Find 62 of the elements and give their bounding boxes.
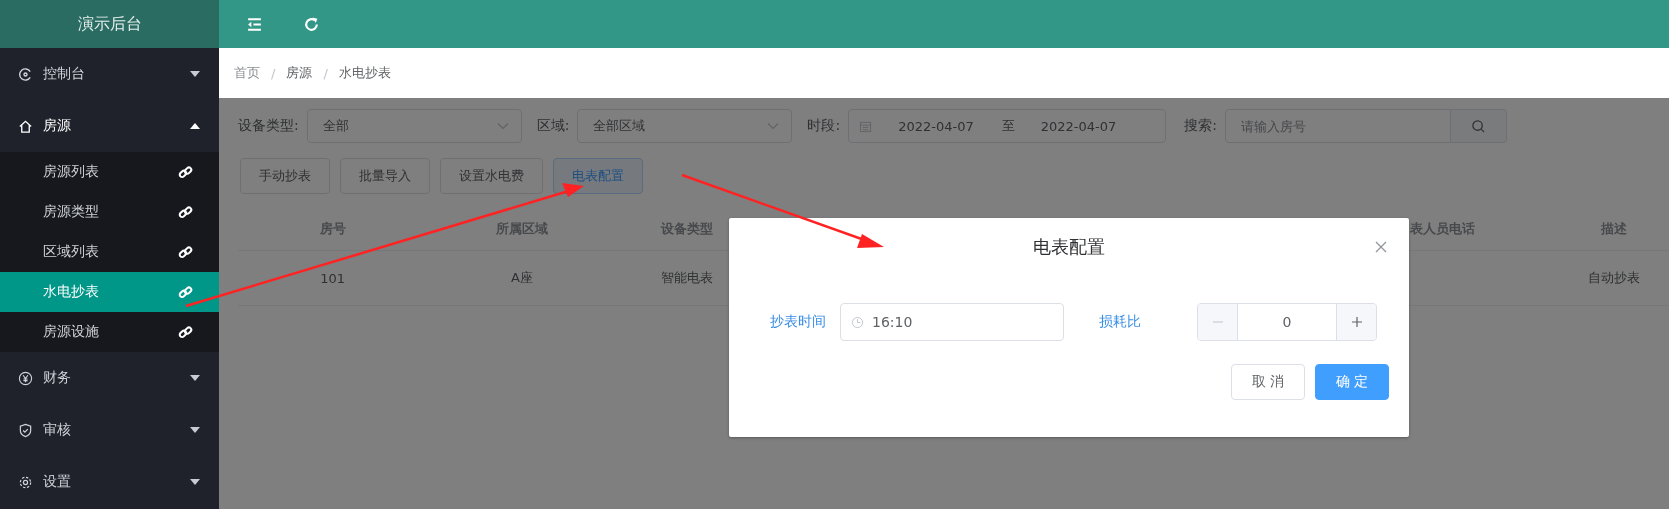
caret-icon — [189, 478, 201, 486]
link-icon — [178, 204, 193, 220]
caret-icon — [189, 426, 201, 434]
filter-label: 时段: — [807, 117, 841, 135]
search-icon — [1470, 118, 1486, 134]
link-icon — [178, 164, 193, 180]
sidebar-menu-item[interactable]: 审核 — [0, 404, 219, 456]
link-icon — [178, 324, 193, 340]
yen-icon — [18, 370, 33, 386]
cancel-button[interactable]: 取 消 — [1231, 364, 1305, 400]
calendar-icon — [859, 119, 873, 133]
sidebar-submenu-item[interactable]: 区域列表 — [0, 232, 219, 272]
sidebar-menu-item[interactable]: 控制台 — [0, 48, 219, 100]
form-label: 抄表时间 — [770, 313, 826, 331]
home-icon — [18, 118, 33, 134]
sidebar-menu-item[interactable]: 设置 — [0, 456, 219, 508]
shield-icon — [18, 422, 33, 438]
plus-icon — [1350, 316, 1363, 328]
breadcrumb-link[interactable]: 水电抄表 — [338, 64, 391, 82]
form-label: 损耗比 — [1099, 313, 1141, 331]
area-select[interactable]: 全部区域 — [577, 109, 793, 143]
gear-icon — [18, 474, 33, 490]
action-button[interactable]: 设置水电费 — [440, 158, 543, 194]
filter-label: 设备类型: — [238, 117, 299, 135]
time-picker[interactable]: 16:10 — [840, 303, 1064, 341]
date-range-picker[interactable]: 2022-04-07 至 2022-04-07 — [848, 109, 1167, 143]
sidebar-menu-item[interactable]: 财务 — [0, 352, 219, 404]
breadcrumb-link[interactable]: 房源 — [286, 64, 313, 82]
refresh-icon[interactable] — [303, 15, 320, 33]
breadcrumb-separator: / — [271, 65, 276, 81]
link-icon — [178, 244, 193, 260]
breadcrumb-separator: / — [323, 65, 328, 81]
clock-icon — [851, 315, 864, 329]
filter-label: 区域: — [536, 117, 570, 135]
caret-icon — [189, 374, 201, 382]
caret-icon — [189, 70, 201, 78]
sidebar-submenu-item[interactable]: 水电抄表 — [0, 272, 219, 312]
app-title: 演示后台 — [0, 0, 219, 48]
action-button[interactable]: 手动抄表 — [240, 158, 330, 194]
chevron-icon — [767, 122, 780, 130]
device-type-select[interactable]: 全部 — [306, 109, 522, 143]
table-cell: 智能电表 — [660, 270, 713, 285]
table-cell: 自动抄表 — [1588, 270, 1641, 285]
dashboard-icon — [18, 66, 33, 82]
action-button[interactable]: 批量导入 — [340, 158, 430, 194]
chevron-icon — [496, 122, 509, 130]
link-icon — [178, 284, 193, 300]
dialog-title: 电表配置 — [1033, 235, 1105, 259]
close-icon[interactable] — [1375, 241, 1387, 253]
sidebar-submenu-item[interactable]: 房源列表 — [0, 152, 219, 192]
filter-label: 搜索: — [1184, 117, 1217, 135]
table-cell: A座 — [510, 270, 533, 285]
menu-fold-icon[interactable] — [246, 15, 263, 33]
number-input[interactable]: 0 — [1197, 303, 1377, 341]
search-button[interactable] — [1450, 109, 1507, 143]
sidebar-menu-item[interactable]: 房源 — [0, 100, 219, 152]
sidebar-submenu-item[interactable]: 房源设施 — [0, 312, 219, 352]
increment-button[interactable] — [1336, 304, 1376, 340]
breadcrumb-link[interactable]: 首页 — [234, 64, 260, 82]
sidebar-submenu-item[interactable]: 房源类型 — [0, 192, 219, 232]
caret-icon — [189, 122, 201, 130]
table-cell: 101 — [320, 270, 346, 286]
